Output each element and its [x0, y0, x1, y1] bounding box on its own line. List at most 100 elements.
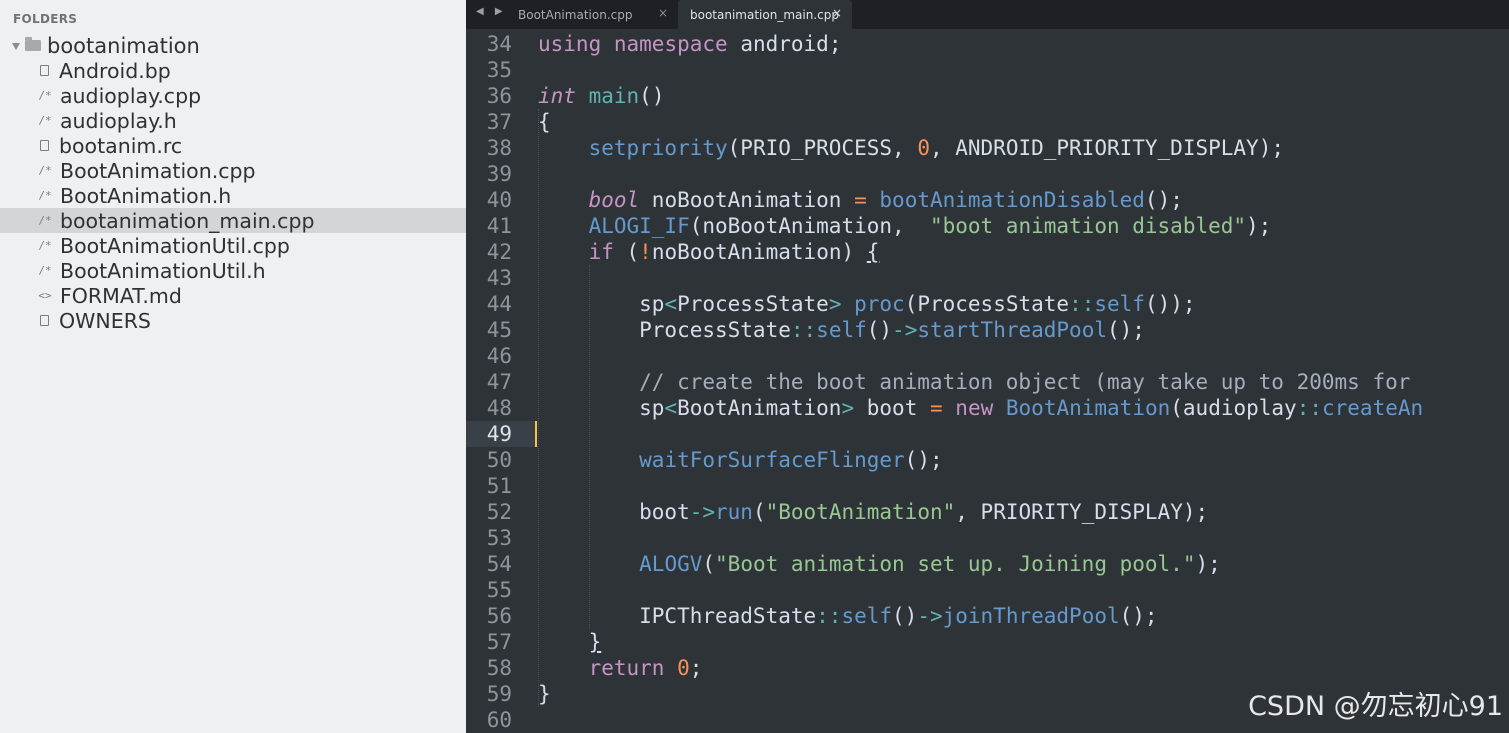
code-token: run: [715, 500, 753, 524]
file-item[interactable]: OWNERS: [0, 308, 466, 333]
code-token: int: [538, 84, 576, 108]
code-token: setpriority: [588, 136, 728, 160]
code-token: , PRIORITY_DISPLAY);: [955, 500, 1209, 524]
code-line: }: [538, 629, 602, 655]
file-item[interactable]: bootanim.rc: [0, 133, 466, 158]
code-token: 0: [917, 136, 930, 160]
code-line: using namespace android;: [538, 31, 841, 57]
close-icon[interactable]: ×: [658, 6, 668, 20]
folders-title: FOLDERS: [13, 12, 78, 26]
line-number: 52: [486, 500, 512, 524]
code-token: =: [929, 396, 943, 420]
code-token: ;: [689, 656, 703, 680]
code-line: }: [538, 681, 551, 707]
code-token: ();: [1119, 604, 1158, 628]
document-icon: [40, 315, 49, 326]
tab-nav-arrows-icon[interactable]: ◀ ▶: [476, 6, 507, 17]
code-line: {: [538, 109, 551, 135]
line-number: 45: [486, 318, 512, 342]
code-line: // create the boot animation object (may…: [538, 369, 1410, 395]
file-label: audioplay.cpp: [60, 83, 202, 108]
code-line: setpriority(PRIO_PROCESS, 0, ANDROID_PRI…: [538, 135, 1284, 161]
line-number: 36: [486, 84, 512, 108]
code-token: joinThreadPool: [942, 604, 1120, 628]
code-token: ::: [816, 604, 842, 628]
file-label: BootAnimationUtil.cpp: [60, 233, 290, 258]
code-token: "Boot animation set up. Joining pool.": [715, 552, 1196, 576]
tab-label: BootAnimation.cpp: [518, 7, 633, 22]
file-label: OWNERS: [59, 308, 151, 333]
comment-code-icon: /*: [38, 164, 52, 177]
comment-code-icon: /*: [38, 239, 52, 252]
code-token: ->: [892, 318, 918, 342]
file-item[interactable]: /* BootAnimationUtil.cpp: [0, 233, 466, 258]
code-token: ();: [1144, 188, 1183, 212]
file-item[interactable]: /* bootanimation_main.cpp: [0, 208, 466, 233]
file-item[interactable]: Android.bp: [0, 58, 466, 83]
line-number: 57: [486, 630, 512, 654]
code-token: <: [664, 396, 678, 420]
tab-bootanimation-main-cpp[interactable]: bootanimation_main.cpp ×: [678, 0, 852, 29]
code-token: if: [588, 240, 614, 264]
code-token: main: [588, 84, 640, 108]
code-line: sp<ProcessState> proc(ProcessState::self…: [538, 291, 1195, 317]
line-number: 54: [486, 552, 512, 576]
comment-code-icon: /*: [38, 264, 52, 277]
line-number-gutter: 34 35 36 37 38 39 40 41 42 43 44 45 46 47 48 49 50 51 52 53…: [466, 29, 538, 733]
code-token: waitForSurfaceFlinger: [639, 448, 905, 472]
code-token: (: [613, 240, 640, 264]
code-line: bool noBootAnimation = bootAnimationDisa…: [538, 187, 1183, 213]
code-token: (): [892, 604, 918, 628]
line-number: 42: [486, 240, 512, 264]
code-token: startThreadPool: [917, 318, 1107, 342]
file-item[interactable]: <> FORMAT.md: [0, 283, 466, 308]
code-token: (: [752, 500, 766, 524]
code-token: {: [866, 240, 880, 264]
code-token: BootAnimation: [677, 396, 842, 420]
code-token: (): [639, 84, 665, 108]
code-token: "BootAnimation": [765, 500, 956, 524]
file-item[interactable]: /* BootAnimationUtil.h: [0, 258, 466, 283]
code-token: (): [866, 318, 893, 342]
code-line: int main(): [538, 83, 664, 109]
line-number: 43: [486, 266, 512, 290]
close-icon[interactable]: ×: [832, 6, 842, 20]
line-number: 59: [486, 682, 512, 706]
file-item[interactable]: /* BootAnimation.cpp: [0, 158, 466, 183]
code-editor[interactable]: 34 35 36 37 38 39 40 41 42 43 44 45 46 47 48 49 50 51 52 53…: [466, 29, 1509, 733]
code-token: {: [538, 110, 551, 134]
line-number: 39: [486, 162, 512, 186]
tab-bootanimation-cpp[interactable]: BootAnimation.cpp ×: [506, 0, 678, 29]
code-token: (noBootAnimation,: [689, 214, 930, 238]
code-token: ProcessState: [677, 292, 829, 316]
code-token: ALOGV: [639, 552, 703, 576]
document-icon: [40, 140, 49, 151]
file-item[interactable]: /* audioplay.cpp: [0, 83, 466, 108]
indent-guide: [538, 109, 539, 707]
code-token: 0: [677, 656, 690, 680]
code-token: , ANDROID_PRIORITY_DISPLAY);: [929, 136, 1284, 160]
code-token: <: [664, 292, 678, 316]
line-number: 53: [486, 526, 512, 550]
root-folder-row[interactable]: bootanimation: [12, 33, 200, 58]
line-number: 35: [486, 58, 512, 82]
tab-bar: ◀ ▶ BootAnimation.cpp × bootanimation_ma…: [466, 0, 1509, 29]
code-token: >: [841, 396, 855, 420]
file-item[interactable]: /* BootAnimation.h: [0, 183, 466, 208]
file-label: bootanim.rc: [59, 133, 183, 158]
disclosure-triangle-icon[interactable]: [12, 43, 20, 50]
file-item[interactable]: /* audioplay.h: [0, 108, 466, 133]
line-number: 40: [486, 188, 512, 212]
line-number: 50: [486, 448, 512, 472]
file-label: BootAnimation.cpp: [60, 158, 256, 183]
code-token: bootAnimationDisabled: [879, 188, 1145, 212]
code-token: noBootAnimation): [651, 240, 867, 264]
code-token: }: [538, 682, 551, 706]
code-token: namespace: [613, 32, 728, 56]
code-token: (audioplay: [1170, 396, 1297, 420]
code-token: );: [1195, 552, 1221, 576]
